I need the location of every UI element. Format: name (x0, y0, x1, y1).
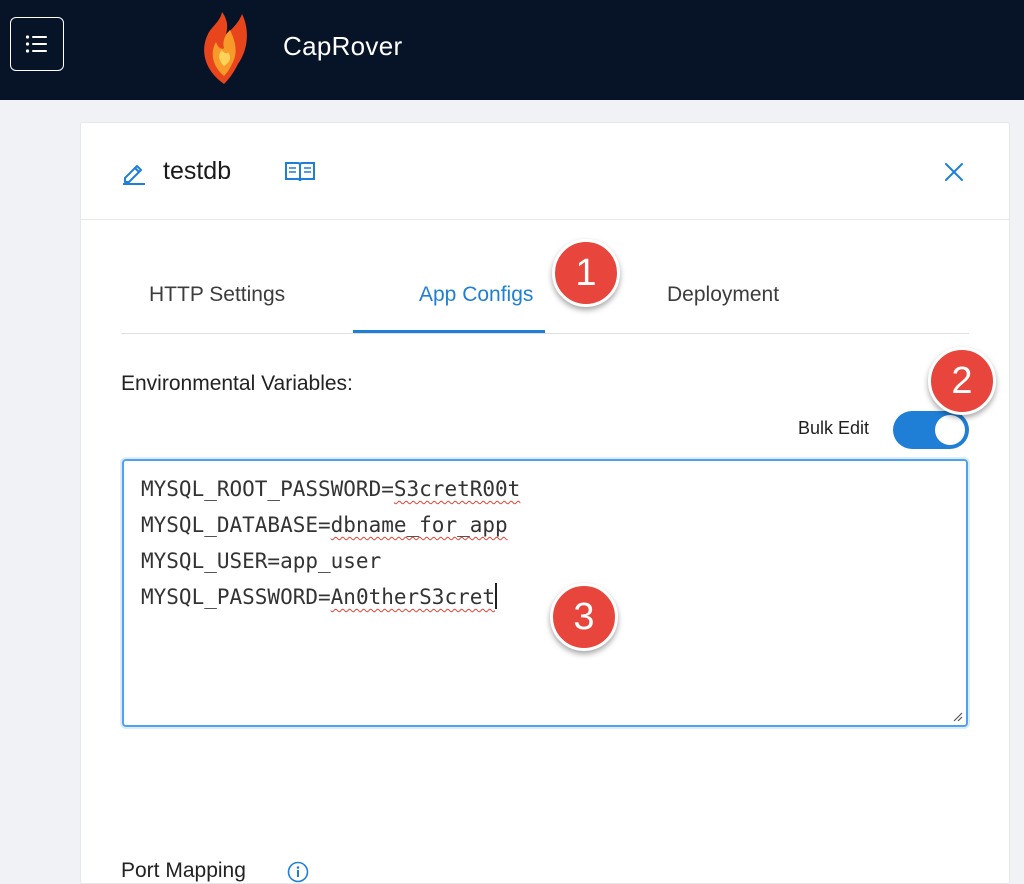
app-name-title: testdb (163, 157, 232, 185)
info-icon[interactable] (287, 861, 309, 883)
active-tab-indicator (353, 330, 545, 333)
env-vars-label: Environmental Variables: (121, 372, 353, 395)
env-value: dbname_for_app (330, 513, 508, 537)
tab-deployment[interactable]: Deployment (667, 283, 779, 307)
annotation-badge-2: 2 (928, 347, 996, 415)
port-mapping-label: Port Mapping (121, 859, 246, 882)
menu-toggle-button[interactable] (10, 17, 64, 71)
bulk-edit-toggle[interactable] (893, 411, 969, 449)
flame-logo-icon (204, 12, 247, 84)
env-line: MYSQL_USER=app_user (141, 543, 949, 579)
annotation-badge-3: 3 (550, 583, 618, 651)
env-line: MYSQL_PASSWORD=An0therS3cret (141, 579, 949, 615)
brand-name: CapRover (283, 31, 403, 61)
env-key: MYSQL_USER= (141, 549, 281, 573)
app-details-card: testdb HTTP Settings App Configs Deploym… (80, 122, 1010, 884)
toggle-knob (935, 415, 965, 445)
bulk-edit-label: Bulk Edit (798, 418, 870, 438)
env-value: S3cretR00t (393, 477, 521, 501)
tab-app-configs[interactable]: App Configs (419, 283, 533, 307)
text-caret (495, 583, 497, 609)
env-key: MYSQL_DATABASE= (141, 513, 331, 537)
resize-grip-icon[interactable] (951, 710, 963, 722)
book-icon[interactable] (284, 159, 316, 185)
env-key: MYSQL_ROOT_PASSWORD= (141, 477, 394, 501)
env-key: MYSQL_PASSWORD= (141, 585, 331, 609)
top-bar: CapRover (0, 0, 1024, 100)
card-header: testdb (81, 123, 1009, 220)
env-line: MYSQL_ROOT_PASSWORD=S3cretR00t (141, 471, 949, 507)
close-icon[interactable] (943, 161, 965, 183)
env-line: MYSQL_DATABASE=dbname_for_app (141, 507, 949, 543)
env-value: app_user (280, 549, 382, 573)
env-vars-textarea[interactable]: MYSQL_ROOT_PASSWORD=S3cretR00t MYSQL_DAT… (122, 459, 968, 727)
pencil-icon[interactable] (121, 159, 147, 185)
app-tabs: HTTP Settings App Configs Deployment (121, 253, 969, 334)
annotation-badge-1: 1 (552, 239, 620, 307)
env-value: An0therS3cret (330, 585, 496, 609)
list-icon (25, 35, 47, 53)
tab-http-settings[interactable]: HTTP Settings (149, 283, 285, 307)
